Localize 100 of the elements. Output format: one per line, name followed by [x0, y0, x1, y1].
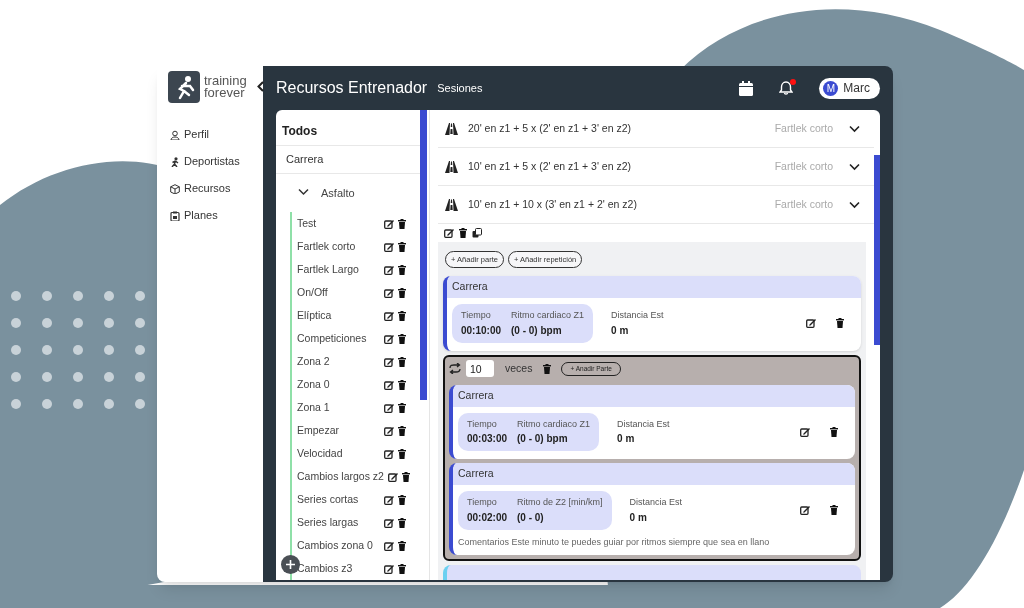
trash-icon[interactable] [398, 333, 406, 344]
metric-value: 00:03:00 [467, 432, 508, 446]
chevron-left-icon [256, 80, 264, 92]
trash-icon[interactable] [398, 540, 406, 551]
category-item[interactable]: On/Off [297, 284, 380, 301]
metric-label: Ritmo cardiaco Z1 [511, 309, 585, 322]
edit-icon[interactable] [444, 228, 454, 238]
nav-link[interactable]: Planes [170, 206, 263, 225]
edit-icon[interactable] [800, 426, 810, 437]
category-item[interactable]: Velocidad [297, 445, 380, 462]
road-icon [445, 122, 458, 135]
metric-value: (0 - 0) bpm [517, 432, 569, 446]
category-item[interactable]: Competiciones [297, 330, 380, 347]
chevron-down-icon[interactable] [849, 162, 860, 171]
trash-icon[interactable] [398, 310, 406, 321]
road-icon [445, 198, 458, 211]
trash-icon[interactable] [830, 505, 838, 516]
trash-icon[interactable] [398, 494, 406, 505]
category-item[interactable]: Zona 0 [297, 376, 380, 393]
session-row[interactable]: 10' en z1 + 10 x (3' en z1 + 2' en z2) Fartlek corto [438, 186, 874, 224]
person-icon [170, 129, 180, 140]
part-comment: Comentarios Este minuto te puedes guiar por ritmos siempre que sea en llano [457, 535, 771, 549]
edit-icon[interactable] [384, 402, 394, 413]
metric-label: Distancia Est [629, 496, 683, 509]
category-item[interactable]: Series largas [297, 514, 380, 531]
metric-value: (0 - 0) [517, 510, 545, 525]
category-item[interactable]: Cambios largos z2 [297, 468, 384, 485]
nav-link[interactable]: Deportistas [170, 152, 263, 171]
trash-icon[interactable] [398, 218, 406, 229]
scrollbar-thumb[interactable] [420, 110, 427, 400]
metric-value: 00:10:00 [461, 323, 502, 338]
category-item[interactable]: Fartlek Largo [297, 261, 380, 278]
bell-icon[interactable] [779, 81, 794, 95]
category-item[interactable]: Cambios z3 [297, 560, 380, 577]
collapse-button[interactable] [255, 78, 265, 94]
trash-icon[interactable] [398, 517, 406, 528]
metric-label: Distancia Est [617, 417, 670, 431]
copy-icon[interactable] [472, 228, 482, 238]
part-title: Carrera [447, 276, 861, 298]
category-item[interactable]: Test [297, 215, 380, 232]
category-item[interactable]: Fartlek corto [297, 238, 380, 255]
edit-icon[interactable] [384, 448, 394, 459]
trash-icon[interactable] [398, 425, 406, 436]
edit-icon[interactable] [384, 287, 394, 298]
scrollbar-thumb[interactable] [874, 155, 880, 345]
edit-icon[interactable] [384, 310, 394, 321]
calendar-icon[interactable] [739, 80, 754, 96]
session-row[interactable]: 10' en z1 + 5 x (2' en z1 + 3' en z2) Fartlek corto [438, 148, 874, 186]
edit-icon[interactable] [384, 356, 394, 367]
trash-icon[interactable] [459, 228, 467, 238]
brand-name: forever [204, 87, 245, 99]
chevron-down-icon[interactable] [849, 124, 860, 133]
user-menu-button[interactable]: M Marc [819, 77, 880, 99]
metric-value: (0 - 0) bpm [511, 323, 563, 338]
metric-label: Tiempo [467, 496, 498, 509]
trash-icon[interactable] [398, 563, 406, 574]
edit-icon[interactable] [384, 425, 394, 436]
trash-icon[interactable] [830, 426, 838, 437]
edit-icon[interactable] [384, 241, 394, 252]
trash-icon[interactable] [398, 356, 406, 367]
repeat-icon [449, 363, 461, 374]
edit-icon[interactable] [806, 318, 816, 329]
category-item[interactable]: Zona 1 [297, 399, 380, 416]
category-item[interactable]: Series cortas [297, 491, 380, 508]
trash-icon[interactable] [401, 471, 410, 482]
metric-value: 00:02:00 [467, 510, 508, 525]
nav-link[interactable]: Perfil [170, 125, 263, 144]
runner-icon [170, 156, 180, 167]
edit-icon[interactable] [384, 540, 394, 551]
edit-icon[interactable] [384, 379, 394, 390]
edit-icon[interactable] [387, 471, 398, 482]
trash-icon[interactable] [398, 241, 406, 252]
trash-icon[interactable] [398, 448, 406, 459]
part-title: Carrera [453, 384, 855, 407]
trash-icon[interactable] [398, 264, 406, 275]
category-item[interactable]: Elíptica [297, 307, 380, 324]
trash-icon[interactable] [836, 318, 844, 329]
runner-logo-icon [168, 71, 200, 103]
metric-label: Distancia Est [611, 309, 664, 322]
edit-icon[interactable] [384, 333, 394, 344]
trash-icon[interactable] [543, 363, 552, 374]
category-item[interactable]: Cambios zona 0 [297, 537, 380, 554]
edit-icon[interactable] [384, 264, 394, 275]
chevron-down-icon[interactable] [849, 200, 860, 209]
plus-icon [286, 560, 295, 569]
edit-icon[interactable] [800, 505, 810, 516]
category-item[interactable]: Empezar [297, 422, 380, 439]
trash-icon[interactable] [398, 402, 406, 413]
edit-icon[interactable] [384, 494, 394, 505]
category-item[interactable]: Zona 2 [297, 353, 380, 370]
session-row[interactable]: 20' en z1 + 5 x (2' en z1 + 3' en z2) Fartlek corto [438, 110, 874, 148]
edit-icon[interactable] [384, 218, 394, 229]
count-input[interactable]: 10 [466, 360, 494, 377]
edit-icon[interactable] [384, 563, 394, 574]
trash-icon[interactable] [398, 379, 406, 390]
nav-link[interactable]: Recursos [170, 179, 263, 198]
brand-name: training [204, 75, 247, 87]
edit-icon[interactable] [384, 517, 394, 528]
trash-icon[interactable] [398, 287, 406, 298]
category-group[interactable]: Asfalto [276, 174, 420, 212]
